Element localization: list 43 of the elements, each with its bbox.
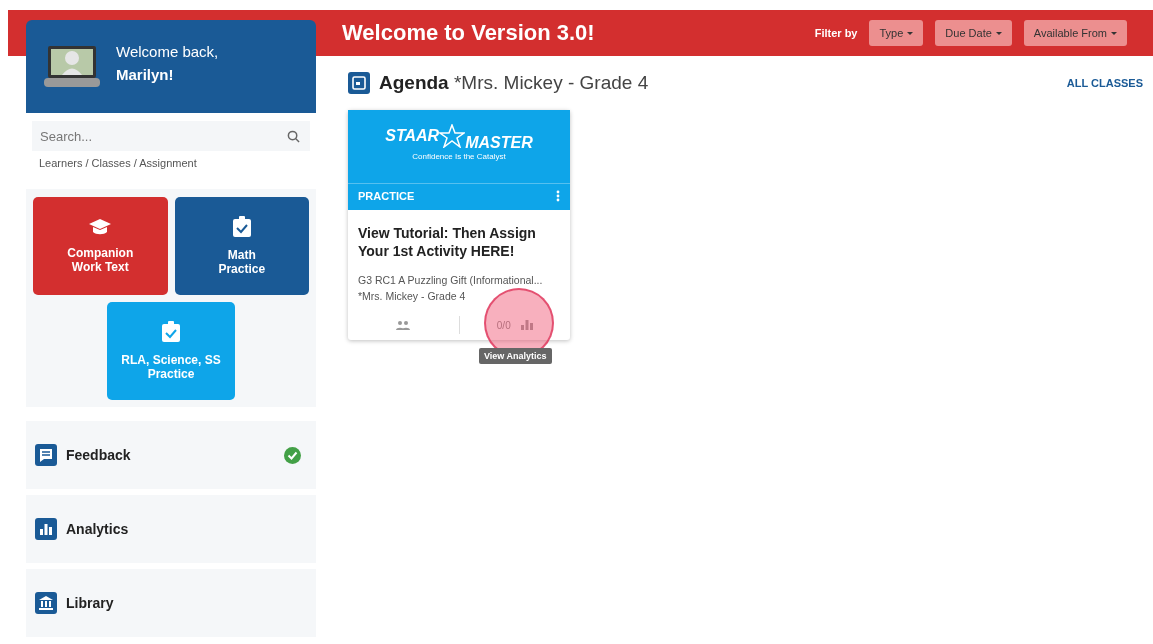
more-vertical-icon[interactable] bbox=[556, 190, 560, 202]
breadcrumb: Learners / Classes / Assignment bbox=[39, 157, 198, 169]
search-icon bbox=[287, 130, 300, 143]
class-name: *Mrs. Mickey - Grade 4 bbox=[358, 290, 467, 302]
category-tile[interactable]: Math Practice bbox=[174, 197, 309, 295]
clipboard-check-icon bbox=[161, 321, 181, 343]
card-title: View Tutorial: Then Assign Your 1st Activity HERE! bbox=[358, 224, 537, 260]
section-title: Agenda bbox=[379, 72, 449, 93]
class-name: *Mrs. Mickey - Grade 4 bbox=[453, 72, 649, 93]
nav-item[interactable]: Analytics bbox=[26, 495, 316, 563]
user-name: Marilyn! bbox=[116, 65, 175, 83]
filter-dropdown[interactable]: Available From bbox=[1023, 20, 1127, 46]
assignment-card[interactable]: STAAR MASTER Confidence Is the Catalyst PRACTICE View Tutorial: Then Assign Your 1st Activity HERE! G3 RC1 A Puzzling Gift (Informational... *Mrs. Mickey - Grade 4 0/0 bbox=[348, 110, 570, 340]
bank-icon bbox=[35, 592, 57, 614]
all-classes-link[interactable]: ALL CLASSES bbox=[1066, 77, 1143, 89]
page-title: Welcome to Version 3.0! bbox=[342, 20, 595, 46]
caret-icon bbox=[907, 31, 914, 35]
logo-text: MASTER bbox=[465, 134, 533, 152]
bar-chart-icon[interactable] bbox=[520, 320, 533, 330]
card-type-label: PRACTICE bbox=[358, 190, 415, 202]
calendar-icon bbox=[348, 72, 370, 94]
star-outline-icon bbox=[439, 124, 466, 148]
activity-name: G3 RC1 A Puzzling Gift (Informational... bbox=[358, 274, 544, 286]
filter-dropdown[interactable]: Due Date bbox=[935, 20, 1012, 46]
message-icon bbox=[35, 444, 57, 466]
people-icon[interactable] bbox=[396, 320, 411, 330]
bar-chart-icon bbox=[35, 518, 57, 540]
nav-item[interactable]: Library bbox=[26, 569, 316, 637]
greeting-text: Welcome back, bbox=[116, 42, 219, 60]
avatar-laptop-icon bbox=[44, 43, 100, 90]
logo-tagline: Confidence Is the Catalyst bbox=[412, 152, 506, 161]
nav-item[interactable]: Feedback bbox=[26, 421, 316, 489]
tooltip: View Analytics bbox=[479, 348, 552, 364]
graduation-cap-icon bbox=[88, 218, 113, 236]
submission-count: 0/0 bbox=[496, 319, 511, 331]
caret-icon bbox=[995, 31, 1002, 35]
filter-label: Filter by bbox=[814, 27, 858, 39]
caret-icon bbox=[1111, 31, 1117, 35]
clipboard-check-icon bbox=[231, 216, 252, 238]
filter-dropdown[interactable]: Type bbox=[869, 20, 924, 46]
category-tile[interactable]: Companion Work Text bbox=[33, 197, 168, 295]
logo-text: STAAR bbox=[385, 127, 440, 145]
search-field[interactable]: Search... bbox=[32, 121, 310, 151]
